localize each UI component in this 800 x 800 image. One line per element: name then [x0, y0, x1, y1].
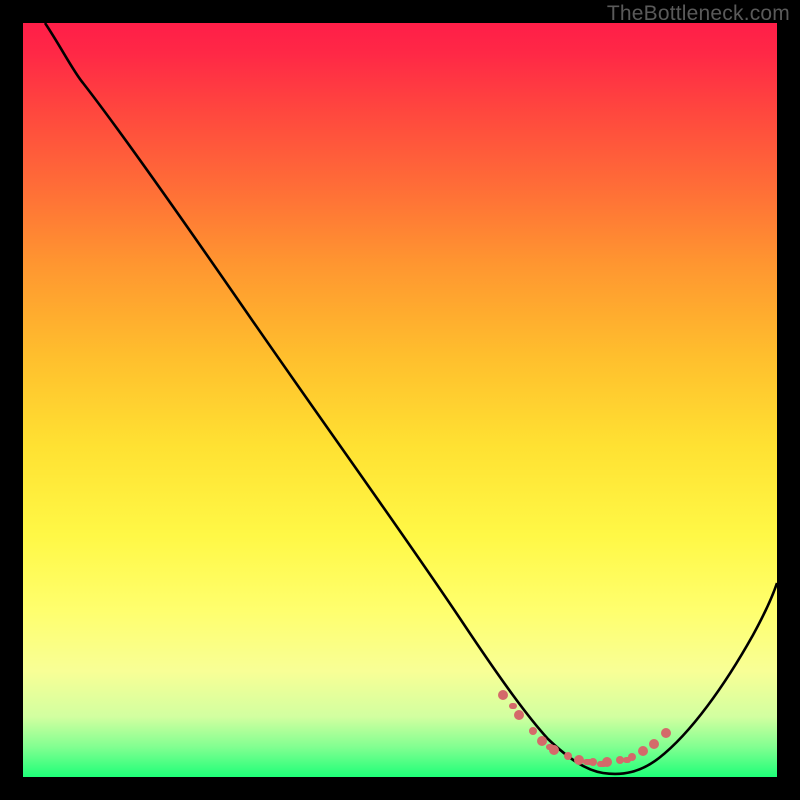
optimal-markers [498, 690, 671, 767]
chart-frame: TheBottleneck.com [0, 0, 800, 800]
curve-path [45, 23, 777, 774]
plot-area [23, 23, 777, 777]
bottleneck-curve [23, 23, 777, 777]
